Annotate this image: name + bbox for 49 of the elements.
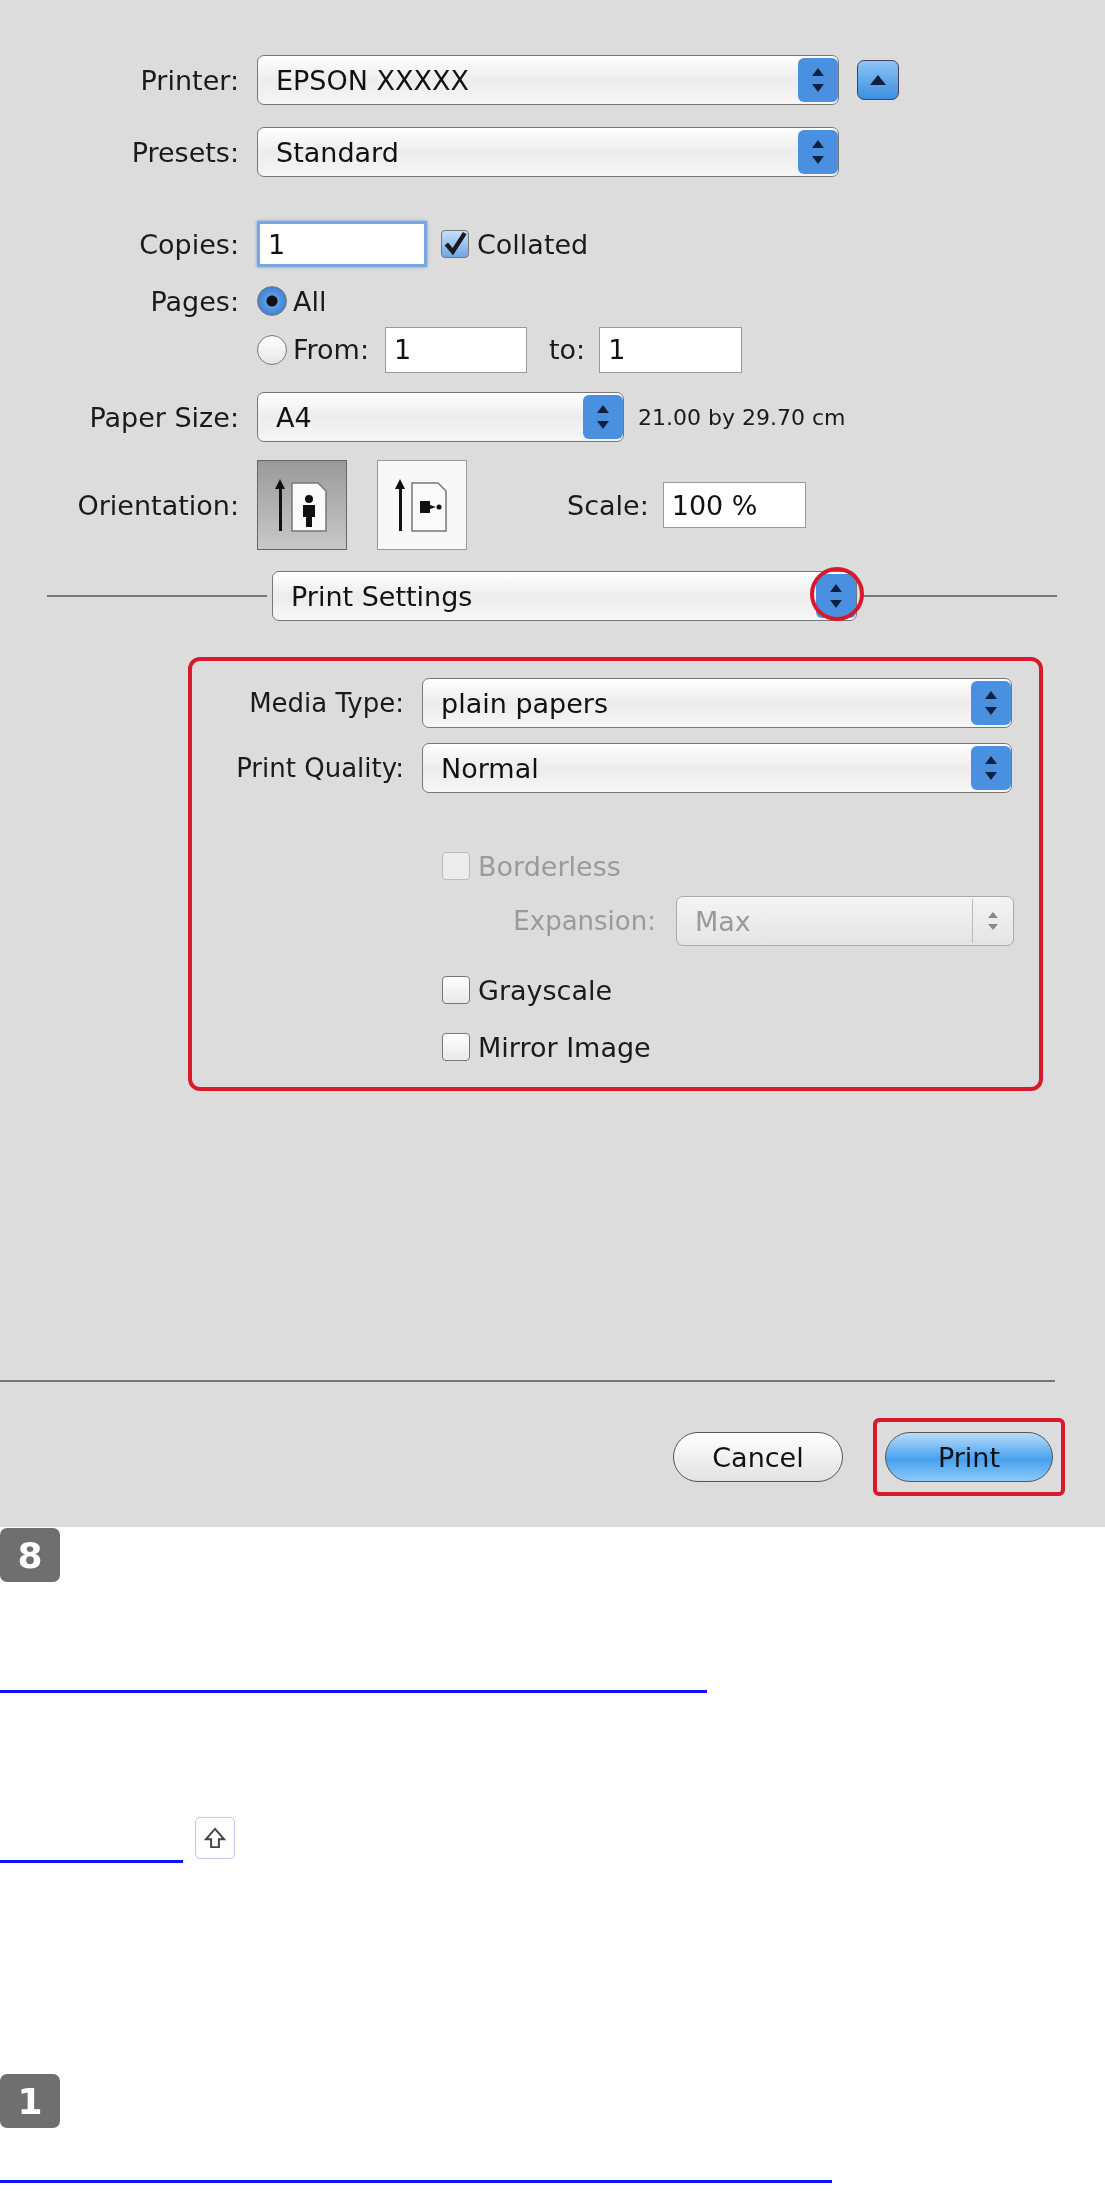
print-quality-label: Print Quality: xyxy=(235,753,405,783)
presets-label: Presets: xyxy=(130,136,240,168)
to-label: to: xyxy=(549,334,586,365)
collated-checkbox[interactable] xyxy=(441,230,469,258)
up-arrow-icon xyxy=(202,1825,228,1851)
option-label: Grayscale xyxy=(478,974,613,1006)
orientation-label: Orientation: xyxy=(76,489,240,521)
triangle-up-icon xyxy=(868,73,888,87)
print-quality-dropdown[interactable]: Normal xyxy=(422,743,1012,793)
printer-label: Printer: xyxy=(139,64,240,96)
copies-field[interactable]: 1 xyxy=(257,221,427,267)
stepper-icon xyxy=(798,130,838,174)
stepper-icon xyxy=(583,395,623,439)
media-type-label: Media Type: xyxy=(248,688,405,718)
stepper-icon xyxy=(816,574,856,618)
stepper-icon xyxy=(971,746,1011,790)
landscape-button[interactable] xyxy=(377,460,467,550)
section-dropdown[interactable]: Print Settings xyxy=(272,571,857,621)
option-checkbox[interactable] xyxy=(442,976,470,1004)
radio-button[interactable] xyxy=(257,286,287,316)
option-checkbox[interactable] xyxy=(442,1033,470,1061)
step-number: 1 xyxy=(0,2074,60,2128)
from-field[interactable]: 1 xyxy=(385,326,527,373)
presets-dropdown[interactable]: Standard xyxy=(257,127,839,177)
radio-button[interactable] xyxy=(257,334,287,365)
copies-label: Copies: xyxy=(138,228,240,260)
step-number: 8 xyxy=(0,1528,60,1582)
all-label: All xyxy=(293,285,327,317)
stepper-icon xyxy=(798,58,838,102)
borderless-label: Borderless xyxy=(478,850,621,882)
collapse-button[interactable] xyxy=(857,60,899,100)
print-button[interactable]: Print xyxy=(885,1432,1053,1482)
paper-size-label: Paper Size: xyxy=(88,401,240,433)
portrait-button[interactable] xyxy=(257,460,347,550)
paper-size-dropdown[interactable]: A4 xyxy=(257,392,624,442)
paper-dimensions: 21.00 by 29.70 cm xyxy=(638,404,846,430)
cancel-button[interactable]: Cancel xyxy=(673,1432,843,1482)
scale-field[interactable]: 100 % xyxy=(662,482,806,528)
from-label: From: xyxy=(293,334,369,365)
collated-label: Collated xyxy=(477,228,589,260)
media-type-dropdown[interactable]: plain papers xyxy=(422,678,1012,728)
stepper-icon xyxy=(971,681,1011,725)
option-label: Mirror Image xyxy=(478,1031,651,1063)
printer-dropdown[interactable]: EPSON XXXXX xyxy=(257,55,839,105)
scale-label: Scale: xyxy=(567,489,649,521)
pages-label: Pages: xyxy=(149,285,240,317)
back-to-top-button[interactable] xyxy=(195,1817,235,1859)
to-field[interactable]: 1 xyxy=(599,326,743,373)
expansion-label: Expansion: xyxy=(512,906,657,936)
